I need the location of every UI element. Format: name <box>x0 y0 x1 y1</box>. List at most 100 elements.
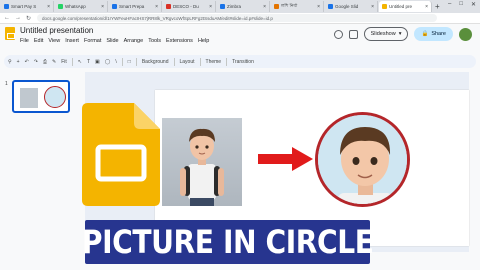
tab-label: Zimbra <box>227 4 242 9</box>
redo-icon[interactable]: ↷ <box>34 59 38 65</box>
browser-tab-bar: Smart Pay S × WhatsApp × Smart Prepa × DESCO -… <box>0 0 480 13</box>
browser-tab[interactable]: Zimbra × <box>217 1 270 12</box>
tab-label: Google Slid <box>335 4 359 9</box>
editing-toolbar: ⚲ + ↶ ↷ ⎙ ✎ Fit ↖ T ▣ ◯ \ □ Background L… <box>4 55 476 68</box>
banner-text: PICTURE IN CIRCLE <box>81 223 374 261</box>
slide-number: 1 <box>5 81 8 87</box>
history-icon[interactable] <box>333 29 343 39</box>
menu-item-insert[interactable]: Insert <box>65 38 79 44</box>
browser-tab[interactable]: DESCO - Du × <box>163 1 216 12</box>
menu-item-help[interactable]: Help <box>198 38 209 44</box>
thumbnail-photo <box>20 88 38 108</box>
divider <box>226 57 228 66</box>
select-tool-icon[interactable]: ↖ <box>78 59 82 65</box>
tab-favicon-icon <box>382 4 387 9</box>
print-icon[interactable]: ⎙ <box>43 59 47 65</box>
shape-icon[interactable]: ◯ <box>105 59 111 65</box>
tab-label: WhatsApp <box>65 4 86 9</box>
document-title[interactable]: Untitled presentation <box>20 26 93 35</box>
tab-label: Smart Prepa <box>119 4 145 9</box>
menu-item-edit[interactable]: Edit <box>34 38 43 44</box>
comment-icon[interactable] <box>348 29 358 39</box>
divider <box>71 57 73 66</box>
slideshow-button[interactable]: Slideshow ▾ <box>363 27 409 41</box>
tab-close-icon[interactable]: × <box>263 4 266 10</box>
close-window-icon[interactable]: ✕ <box>471 1 476 8</box>
undo-icon[interactable]: ↶ <box>25 59 29 65</box>
browser-tab[interactable]: Google Slid × <box>325 1 378 12</box>
tab-favicon-icon <box>112 4 117 9</box>
textbox-icon[interactable]: T <box>87 59 90 65</box>
maximize-icon[interactable]: □ <box>459 1 463 8</box>
reload-icon[interactable]: ↻ <box>26 15 31 22</box>
lock-icon: 🔒 <box>421 31 429 37</box>
menu-item-arrange[interactable]: Arrange <box>124 38 144 44</box>
slides-logo-icon[interactable] <box>5 27 15 40</box>
account-avatar[interactable] <box>459 27 472 41</box>
slide-thumbnail[interactable] <box>12 80 70 113</box>
paint-format-icon[interactable]: ✎ <box>52 59 56 65</box>
image-icon[interactable]: ▣ <box>95 59 100 65</box>
new-slide-icon[interactable]: + <box>17 59 20 65</box>
tab-label: Untitled pre <box>389 4 413 9</box>
back-icon[interactable]: ← <box>4 15 10 22</box>
tab-close-icon[interactable]: × <box>209 4 212 10</box>
browser-tab[interactable]: Smart Pay S × <box>1 1 54 12</box>
zoom-select[interactable]: Fit <box>61 59 67 65</box>
tab-close-icon[interactable]: × <box>425 4 428 10</box>
browser-tab[interactable]: Smart Prepa × <box>109 1 162 12</box>
menu-bar: File Edit View Insert Format Slide Arrange Tool… <box>20 38 209 44</box>
tab-favicon-icon <box>4 4 9 9</box>
slideshow-label: Slideshow <box>370 31 396 37</box>
forward-icon[interactable]: → <box>15 15 21 22</box>
tab-close-icon[interactable]: × <box>155 4 158 10</box>
slide-filmstrip: 1 <box>0 70 78 270</box>
divider <box>199 57 201 66</box>
chevron-down-icon[interactable]: ▾ <box>399 31 402 37</box>
tab-label: Smart Pay S <box>11 4 37 9</box>
divider <box>135 57 137 66</box>
menu-item-extensions[interactable]: Extensions <box>166 38 193 44</box>
browser-tab[interactable]: WhatsApp × <box>55 1 108 12</box>
layout-button[interactable]: Layout <box>180 59 195 65</box>
docs-header: Untitled presentation File Edit View Insert… <box>0 24 480 54</box>
url-field[interactable]: docs.google.com/presentation/d/1rYWFeuHF… <box>37 14 438 22</box>
menu-item-file[interactable]: File <box>20 38 29 44</box>
google-slides-logo-icon <box>82 103 160 206</box>
divider <box>173 57 175 66</box>
tab-label: লশি নির্বা <box>281 3 298 8</box>
tab-favicon-icon <box>328 4 333 9</box>
menu-item-format[interactable]: Format <box>84 38 101 44</box>
original-photo[interactable] <box>162 118 242 206</box>
tab-favicon-icon <box>220 4 225 9</box>
tab-label: DESCO - Du <box>173 4 199 9</box>
theme-button[interactable]: Theme <box>206 59 222 65</box>
nav-buttons: ← → ↻ <box>4 15 31 22</box>
tab-favicon-icon <box>58 4 63 9</box>
share-button[interactable]: 🔒 Share <box>414 27 453 41</box>
browser-tab[interactable]: লশি নির্বা × <box>271 1 324 12</box>
share-label: Share <box>431 31 446 37</box>
thumbnail-circle <box>44 86 66 108</box>
comment-add-icon[interactable]: □ <box>128 59 131 65</box>
transition-button[interactable]: Transition <box>232 59 254 65</box>
background-button[interactable]: Background <box>142 59 169 65</box>
line-icon[interactable]: \ <box>115 59 116 65</box>
tab-favicon-icon <box>274 4 279 9</box>
browser-tab[interactable]: Untitled pre × <box>379 1 432 12</box>
minimize-icon[interactable]: – <box>448 1 451 8</box>
title-banner: PICTURE IN CIRCLE <box>82 220 374 264</box>
header-actions: Slideshow ▾ 🔒 Share <box>333 27 472 41</box>
search-menus-icon[interactable]: ⚲ <box>8 59 12 65</box>
tab-close-icon[interactable]: × <box>371 4 374 10</box>
menu-item-view[interactable]: View <box>48 38 60 44</box>
menu-item-tools[interactable]: Tools <box>148 38 161 44</box>
address-bar-row: ← → ↻ docs.google.com/presentation/d/1rY… <box>0 13 480 24</box>
circle-cropped-photo[interactable] <box>315 112 410 207</box>
tab-close-icon[interactable]: × <box>47 4 50 10</box>
tab-close-icon[interactable]: × <box>101 4 104 10</box>
window-controls: – □ ✕ <box>448 1 476 8</box>
menu-item-slide[interactable]: Slide <box>106 38 118 44</box>
new-tab-button[interactable]: + <box>435 2 440 11</box>
tab-close-icon[interactable]: × <box>317 4 320 10</box>
